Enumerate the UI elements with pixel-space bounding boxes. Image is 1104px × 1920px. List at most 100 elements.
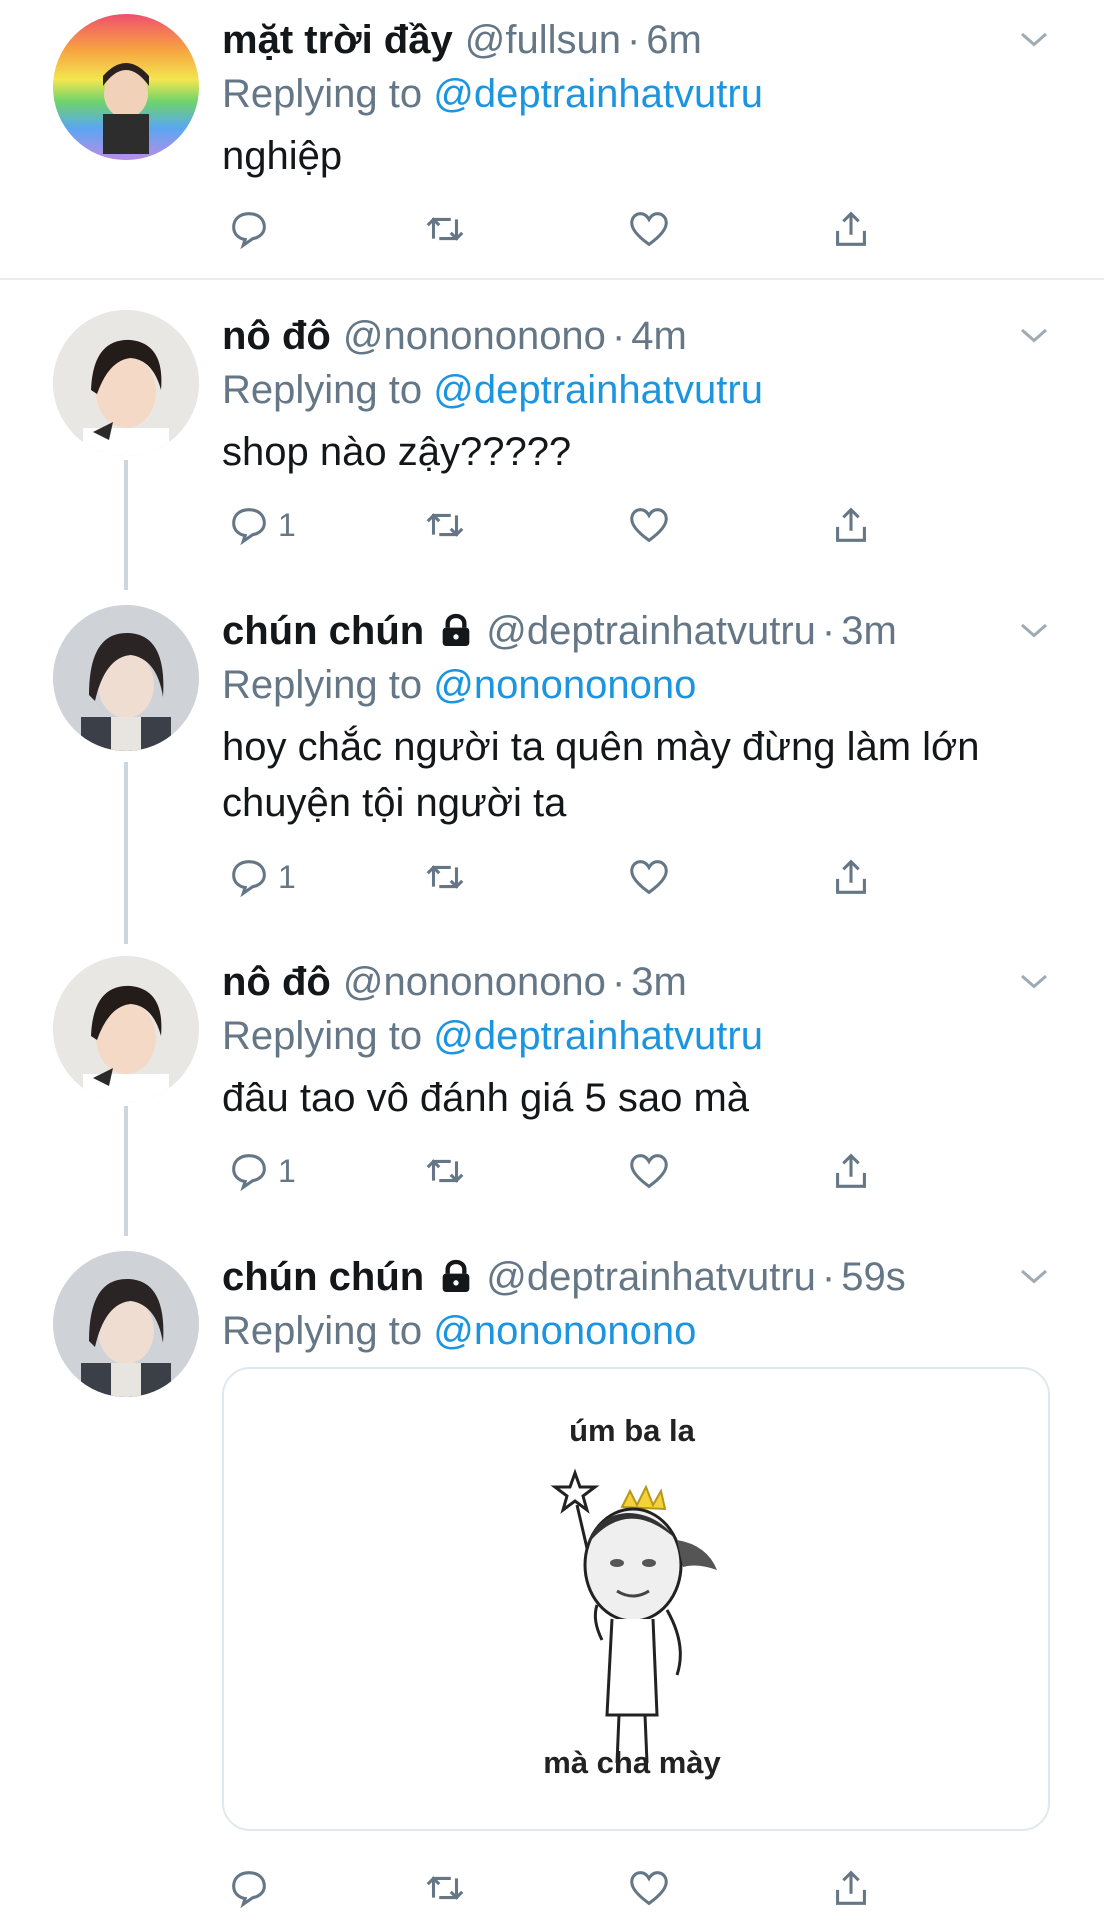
replying-to: Replying to @nonononono [222,657,696,713]
replying-to-link[interactable]: @deptrainhatvutru [433,72,763,116]
replying-to-link[interactable]: @nonononono [433,1309,696,1353]
reply-button[interactable]: 1 [226,1141,296,1201]
user-handle[interactable]: @nonononono [343,956,606,1008]
tweet-header: chún chún @deptrainhatvutru · 3m [222,605,1044,657]
tweet-text-line: hoy chắc người ta quên mày đừng làm lớn [222,725,980,769]
tweet-item[interactable]: chún chún @deptrainhatvutru · 59s Replyi… [0,1251,1104,1920]
replying-to-label: Replying to [222,663,423,707]
share-icon [836,1870,866,1905]
share-icon [836,859,866,894]
chevron-down-icon[interactable] [1016,613,1052,649]
sticker-drawing [550,1468,717,1764]
retweet-icon [426,513,464,537]
retweet-icon [426,1876,464,1900]
lock-icon [442,613,470,646]
replying-to-label: Replying to [222,368,423,412]
reply-button[interactable] [226,1858,278,1918]
share-button[interactable] [828,495,874,555]
tweet-actions: 1 [222,1141,922,1201]
retweet-button[interactable] [422,1141,468,1201]
reply-icon [232,508,266,546]
replying-to-link[interactable]: @deptrainhatvutru [433,1014,763,1058]
replying-to-label: Replying to [222,1014,423,1058]
share-icon [836,211,866,246]
tweet-header: mặt trời đầy @fullsun · 6m [222,14,1044,66]
share-button[interactable] [828,199,874,259]
timestamp[interactable]: 59s [841,1251,906,1303]
reply-button[interactable]: 1 [226,495,296,555]
like-button[interactable] [626,199,672,259]
retweet-button[interactable] [422,847,468,907]
retweet-button[interactable] [422,199,468,259]
heart-icon [630,860,668,895]
lock-icon [442,1259,470,1292]
user-handle[interactable]: @fullsun [465,14,621,66]
replying-to: Replying to @deptrainhatvutru [222,362,763,418]
retweet-button[interactable] [422,1858,468,1918]
chevron-down-icon[interactable] [1016,22,1052,58]
tweet-actions: 1 [222,847,922,907]
share-button[interactable] [828,847,874,907]
tweet-separator [0,278,1104,280]
tweet-text: nghiệp [222,134,343,178]
avatar-image [53,310,199,456]
like-button[interactable] [626,495,672,555]
display-name[interactable]: chún chún [222,1251,424,1303]
chevron-down-icon[interactable] [1016,964,1052,1000]
replying-to: Replying to @deptrainhatvutru [222,1008,763,1064]
chevron-down-icon[interactable] [1016,318,1052,354]
tweet-item[interactable]: nô đô @nonononono · 4m Replying to @dept… [0,310,1104,560]
retweet-button[interactable] [422,495,468,555]
tweet-header: nô đô @nonononono · 3m [222,956,1044,1008]
share-icon [836,507,866,542]
user-handle[interactable]: @nonononono [343,310,606,362]
retweet-icon [426,1159,464,1183]
replying-to-link[interactable]: @nonononono [433,663,696,707]
reply-icon [232,860,266,898]
timestamp[interactable]: 3m [841,605,897,657]
avatar[interactable] [53,956,199,1102]
tweet-item[interactable]: chún chún @deptrainhatvutru · 3m Replyin… [0,605,1104,915]
separator-dot: · [821,1255,836,1299]
reply-button[interactable]: 1 [226,847,296,907]
like-button[interactable] [626,1858,672,1918]
reply-count: 1 [278,1152,296,1189]
user-handle[interactable]: @deptrainhatvutru [486,605,816,657]
separator-dot: · [821,609,836,653]
share-button[interactable] [828,1858,874,1918]
avatar[interactable] [53,1251,199,1397]
sticker-caption-bottom: mà cha mày [543,1745,721,1780]
display-name[interactable]: nô đô [222,956,331,1008]
display-name[interactable]: chún chún [222,605,424,657]
tweet-item[interactable]: nô đô @nonononono · 3m Replying to @dept… [0,956,1104,1206]
tweet-feed: mặt trời đầy @fullsun · 6m Replying to @… [0,0,1104,1920]
tweet-text-line: chuyện tội người ta [222,781,567,825]
timestamp[interactable]: 3m [631,956,687,1008]
avatar[interactable] [53,605,199,751]
avatar-image [53,1251,199,1397]
tweet-header: nô đô @nonononono · 4m [222,310,1044,362]
display-name[interactable]: nô đô [222,310,331,362]
avatar[interactable] [53,14,199,160]
separator-dot: · [611,314,626,358]
reply-count: 1 [278,858,296,895]
reply-button[interactable] [226,199,278,259]
tweet-item[interactable]: mặt trời đầy @fullsun · 6m Replying to @… [0,14,1104,264]
display-name[interactable]: mặt trời đầy [222,14,453,66]
like-button[interactable] [626,847,672,907]
like-button[interactable] [626,1141,672,1201]
chevron-down-icon[interactable] [1016,1259,1052,1295]
media-attachment[interactable]: úm ba la mà cha mày [222,1367,1050,1831]
sticker-image: úm ba la mà cha mày [427,1395,837,1803]
share-button[interactable] [828,1141,874,1201]
replying-to: Replying to @nonononono [222,1303,696,1359]
retweet-icon [426,217,464,241]
timestamp[interactable]: 4m [631,310,687,362]
avatar[interactable] [53,310,199,456]
thread-connector [124,762,128,944]
retweet-icon [426,865,464,889]
user-handle[interactable]: @deptrainhatvutru [486,1251,816,1303]
timestamp[interactable]: 6m [646,14,702,66]
replying-to-link[interactable]: @deptrainhatvutru [433,368,763,412]
tweet-text: đâu tao vô đánh giá 5 sao mà [222,1076,750,1120]
